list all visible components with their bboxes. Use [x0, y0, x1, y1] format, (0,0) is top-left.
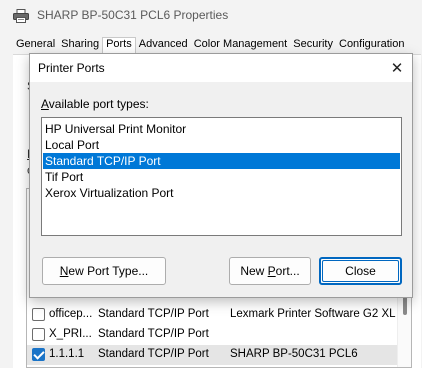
- available-port-types-label: Available port types:: [41, 97, 149, 111]
- tab-security[interactable]: Security: [290, 37, 336, 54]
- port-type-item-selected[interactable]: Standard TCP/IP Port: [43, 153, 400, 169]
- button-access-key: N: [59, 264, 69, 278]
- port-type-item[interactable]: Local Port: [43, 137, 400, 153]
- port-checkbox[interactable]: [32, 328, 45, 341]
- port-name: officep...: [49, 308, 93, 320]
- button-label-prefix: New: [240, 264, 268, 278]
- window-title: SHARP BP-50C31 PCL6 Properties: [37, 8, 229, 22]
- label-text: vailable port types:: [48, 97, 149, 111]
- tab-general[interactable]: General: [13, 37, 58, 54]
- new-port-type-button[interactable]: New Port Type...: [42, 257, 166, 285]
- port-type-item[interactable]: Tif Port: [43, 169, 400, 185]
- tab-configuration[interactable]: Configuration: [336, 37, 407, 54]
- button-access-key: P: [267, 264, 276, 278]
- table-row[interactable]: 1.1.1.1 Standard TCP/IP Port SHARP BP-50…: [27, 345, 399, 365]
- port-printer: SHARP BP-50C31 PCL6: [230, 348, 358, 360]
- tab-ports[interactable]: Ports: [102, 37, 136, 54]
- label-access-key: A: [41, 97, 49, 111]
- table-row[interactable]: X_PRI... Standard TCP/IP Port: [27, 325, 399, 345]
- port-type-item[interactable]: HP Universal Print Monitor: [43, 121, 400, 137]
- button-label: ew Port Type...: [68, 264, 149, 278]
- port-printer: Lexmark Printer Software G2 XL: [230, 308, 396, 320]
- tab-color-management[interactable]: Color Management: [191, 37, 291, 54]
- port-name: X_PRI...: [49, 328, 92, 340]
- tab-sharing[interactable]: Sharing: [58, 37, 102, 54]
- table-row[interactable]: officep... Standard TCP/IP Port Lexmark …: [27, 305, 399, 325]
- new-port-button[interactable]: New Port...: [229, 257, 311, 285]
- printer-icon: [13, 9, 29, 23]
- port-type-item[interactable]: Xerox Virtualization Port: [43, 185, 400, 201]
- properties-tabs: General Sharing Ports Advanced Color Man…: [13, 37, 407, 54]
- port-types-listbox[interactable]: HP Universal Print Monitor Local Port St…: [41, 117, 402, 236]
- port-checkbox[interactable]: [32, 308, 45, 321]
- tab-advanced[interactable]: Advanced: [136, 37, 191, 54]
- close-button[interactable]: Close: [319, 257, 402, 285]
- dialog-title: Printer Ports: [38, 61, 105, 75]
- port-checkbox[interactable]: [32, 348, 45, 361]
- port-name: 1.1.1.1: [49, 348, 85, 360]
- port-description: Standard TCP/IP Port: [98, 308, 209, 320]
- printer-ports-dialog: Printer Ports ✕ Available port types: HP…: [29, 53, 413, 298]
- port-description: Standard TCP/IP Port: [98, 348, 209, 360]
- close-icon[interactable]: ✕: [386, 57, 408, 79]
- button-label: ort...: [275, 264, 300, 278]
- window-titlebar: SHARP BP-50C31 PCL6 Properties: [0, 0, 422, 32]
- port-description: Standard TCP/IP Port: [98, 328, 209, 340]
- dialog-titlebar: Printer Ports ✕: [30, 54, 412, 82]
